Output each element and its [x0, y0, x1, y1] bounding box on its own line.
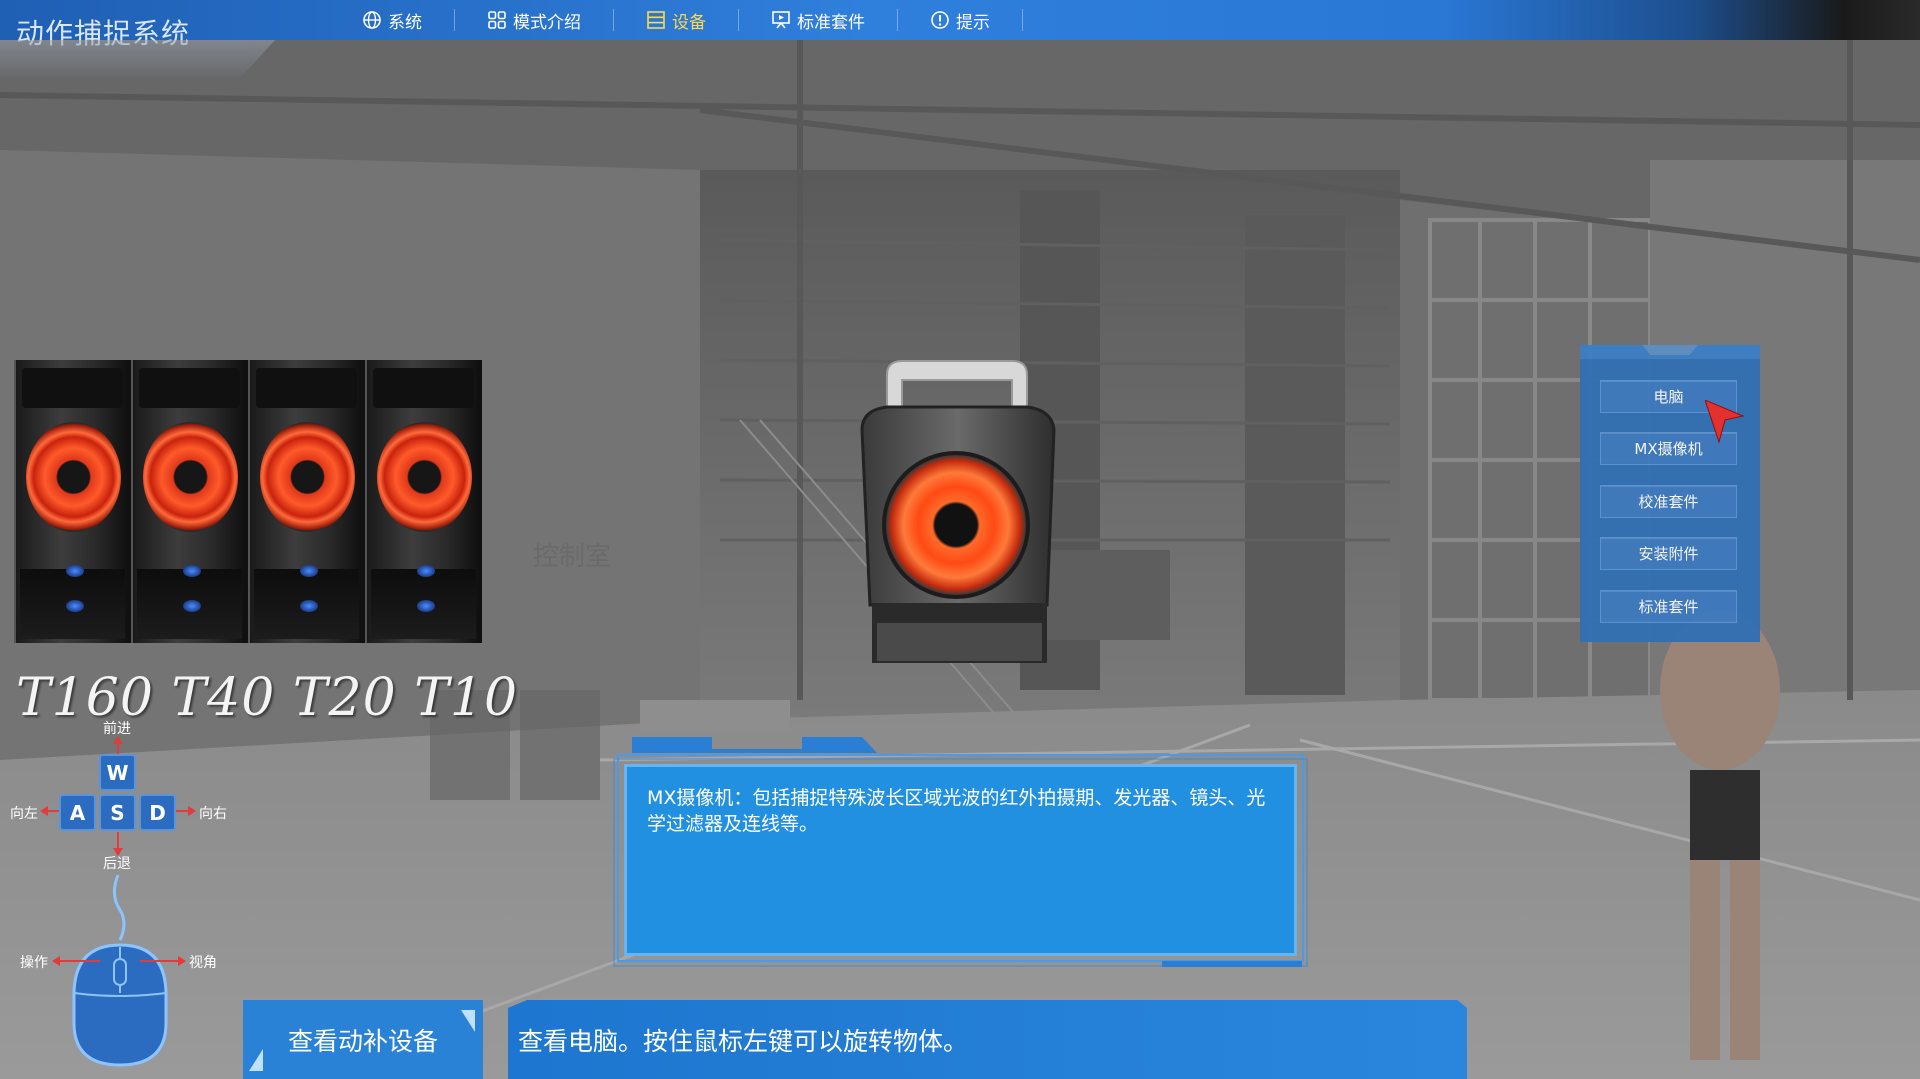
nav-devices[interactable]: 设备 [614, 9, 739, 33]
arrow-left-mouse-icon [52, 956, 100, 966]
key-w: W [99, 754, 136, 791]
camera-model-t160 [14, 360, 131, 643]
arrow-left-icon [40, 806, 60, 816]
nav-standard-kit[interactable]: 标准套件 [739, 9, 898, 33]
label-back: 后退 [103, 856, 131, 872]
nav-system[interactable]: 系统 [330, 9, 455, 33]
instruction-bar: 查看电脑。按住鼠标左键可以旋转物体。 [508, 1000, 1467, 1079]
device-calibration-kit-button[interactable]: 校准套件 [1600, 485, 1737, 518]
nav-tips-label: 提示 [956, 12, 990, 33]
arrow-right-icon [176, 806, 196, 816]
presentation-icon [772, 11, 790, 29]
arrow-right-mouse-icon [140, 956, 186, 966]
camera-model-t10 [365, 360, 482, 643]
key-a: A [59, 794, 96, 831]
view-devices-label: 查看动补设备 [287, 1026, 438, 1056]
label-view: 视角 [189, 955, 217, 971]
label-operate: 操作 [20, 955, 48, 971]
controls-help: 前进 W 向左 A S D 向右 后退 操作 视角 [0, 710, 240, 1070]
device-menu-panel: 电脑 MX摄像机 校准套件 安装附件 标准套件 [1580, 345, 1760, 642]
nav-standard-kit-label: 标准套件 [797, 12, 865, 33]
mouse-icon [72, 875, 168, 1067]
corner-accent-icon-right [461, 1010, 475, 1032]
device-mounting-accessory-button[interactable]: 安装附件 [1600, 537, 1737, 570]
label-forward: 前进 [103, 721, 131, 737]
top-navigation-bar: 动作捕捉系统 系统 模式介绍 设备 标准套件 提示 [0, 0, 1920, 50]
info-icon [931, 11, 949, 29]
camera-model-t40 [131, 360, 248, 643]
nav-tips[interactable]: 提示 [898, 9, 1023, 33]
nav-system-label: 系统 [388, 12, 422, 33]
description-panel: MX摄像机：包括捕捉特殊波长区域光波的红外拍摄期、发光器、镜头、光学过滤器及连线… [612, 735, 1308, 969]
instruction-text: 查看电脑。按住鼠标左键可以旋转物体。 [518, 1026, 969, 1056]
label-left: 向左 [10, 806, 38, 822]
label-right: 向右 [199, 806, 227, 822]
camera-models-image [14, 360, 484, 643]
nav-mode-intro[interactable]: 模式介绍 [455, 9, 614, 33]
red-arrow-cursor-icon [1705, 400, 1745, 444]
svg-text:控制室: 控制室 [533, 542, 611, 572]
device-standard-kit-button[interactable]: 标准套件 [1600, 590, 1737, 623]
camera-model-t20 [248, 360, 365, 643]
mx-camera-model[interactable] [852, 355, 1062, 685]
key-s: S [99, 794, 136, 831]
nav-mode-intro-label: 模式介绍 [513, 12, 581, 33]
globe-icon [363, 11, 381, 29]
nav-devices-label: 设备 [672, 12, 706, 33]
title-tab-decoration [0, 40, 275, 76]
grid-icon [488, 11, 506, 29]
main-nav: 系统 模式介绍 设备 标准套件 提示 [330, 0, 1023, 40]
description-text: MX摄像机：包括捕捉特殊波长区域光波的红外拍摄期、发光器、镜头、光学过滤器及连线… [624, 764, 1297, 956]
panel-notch [1642, 345, 1698, 355]
view-devices-button[interactable]: 查看动补设备 [243, 1000, 483, 1079]
list-icon [647, 11, 665, 29]
key-d: D [139, 794, 176, 831]
corner-accent-icon [249, 1049, 263, 1071]
